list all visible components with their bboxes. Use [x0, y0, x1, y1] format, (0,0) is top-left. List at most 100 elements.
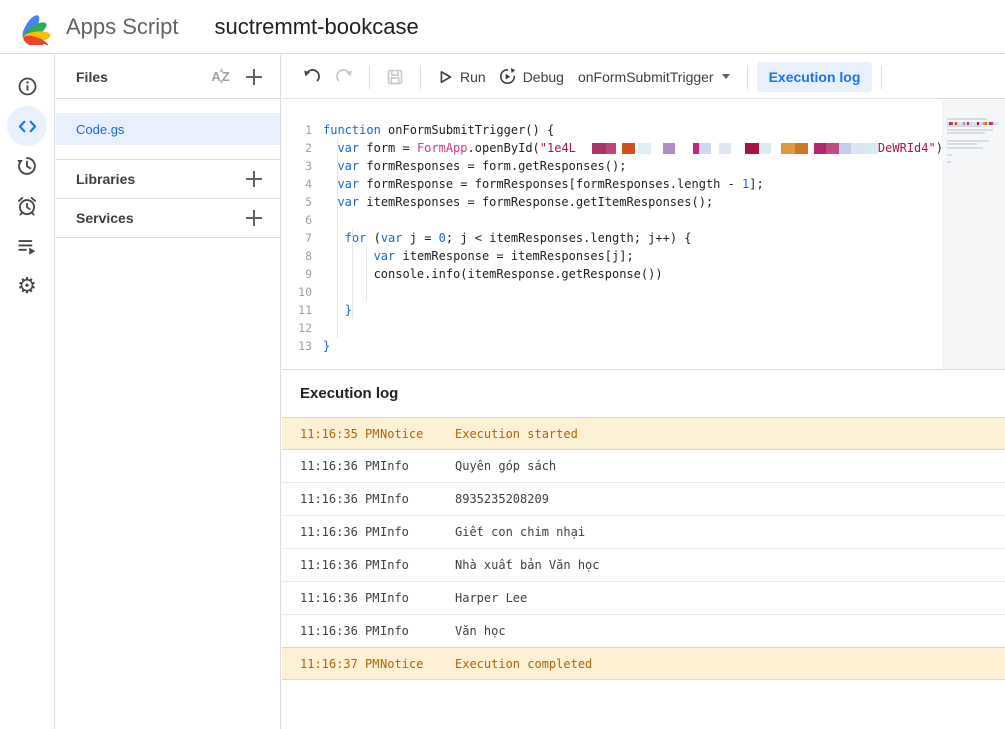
code-line[interactable]: 8 var itemResponse = itemResponses[j];: [282, 247, 1005, 265]
line-number: 5: [282, 193, 312, 211]
execution-log-title: Execution log: [282, 370, 1005, 418]
files-panel: Files ▲AZ▼ Code.gs Libraries Services: [56, 55, 281, 729]
log-message: Nhà xuất bản Văn học: [455, 558, 1005, 572]
log-timestamp: 11:16:36 PM: [282, 525, 380, 539]
add-file-button[interactable]: [242, 65, 266, 89]
chevron-down-icon: [722, 74, 730, 79]
apps-script-logo-icon: [16, 9, 58, 45]
line-content: var form = FormApp.openById("1e4LDeWRId4…: [312, 139, 950, 157]
files-panel-header: Files ▲AZ▼: [56, 55, 280, 99]
log-level: Info: [380, 624, 455, 638]
log-level: Info: [380, 492, 455, 506]
code-line[interactable]: 10: [282, 283, 1005, 301]
line-number: 2: [282, 139, 312, 157]
undo-button[interactable]: [296, 63, 328, 91]
log-level: Info: [380, 591, 455, 605]
log-row: 11:16:36 PMInfo8935235208209: [282, 483, 1005, 516]
log-level: Info: [380, 459, 455, 473]
run-play-icon: [436, 68, 454, 86]
file-item-code-gs[interactable]: Code.gs: [56, 113, 280, 145]
log-timestamp: 11:16:35 PM: [282, 427, 380, 441]
line-number: 9: [282, 265, 312, 283]
code-line[interactable]: 6: [282, 211, 1005, 229]
log-level: Info: [380, 558, 455, 572]
add-service-button[interactable]: [242, 206, 266, 230]
execution-log-button[interactable]: Execution log: [757, 62, 873, 92]
app-name[interactable]: Apps Script: [66, 14, 179, 40]
code-editor[interactable]: 1function onFormSubmitTrigger() {2 var f…: [282, 100, 1005, 369]
code-line[interactable]: 5 var itemResponses = formResponse.getIt…: [282, 193, 1005, 211]
log-level: Notice: [380, 427, 455, 441]
log-row: 11:16:36 PMInfoQuyên góp sách: [282, 450, 1005, 483]
rail-item-overview[interactable]: [7, 66, 47, 106]
line-content: var formResponses = form.getResponses();: [312, 157, 626, 175]
indent-guide: [366, 247, 367, 301]
editor-toolbar: Run Debug onFormSubmitTrigger Execution …: [282, 55, 1005, 99]
log-message: Văn học: [455, 624, 1005, 638]
section-libraries-label: Libraries: [76, 171, 135, 187]
indent-guide: [337, 139, 338, 338]
rail-item-editor[interactable]: [7, 106, 47, 146]
undo-icon: [302, 67, 322, 87]
line-number: 12: [282, 319, 312, 337]
debug-icon: [498, 67, 517, 86]
run-button[interactable]: Run: [430, 64, 492, 90]
left-nav-rail: ⚙: [0, 55, 55, 729]
code-line[interactable]: 12: [282, 319, 1005, 337]
rail-item-triggers[interactable]: [7, 186, 47, 226]
section-services: Services: [56, 198, 280, 237]
code-line[interactable]: 13}: [282, 337, 1005, 355]
log-message: 8935235208209: [455, 492, 1005, 506]
history-icon: [16, 155, 38, 177]
debug-button[interactable]: Debug: [492, 63, 570, 90]
line-number: 1: [282, 121, 312, 139]
log-level: Notice: [380, 657, 455, 671]
code-line[interactable]: 2 var form = FormApp.openById("1e4LDeWRI…: [282, 139, 1005, 157]
debug-label: Debug: [523, 69, 564, 85]
editor-minimap[interactable]: [942, 100, 1005, 369]
log-level: Info: [380, 525, 455, 539]
function-selector-dropdown[interactable]: onFormSubmitTrigger: [570, 65, 738, 89]
code-icon: [17, 116, 38, 137]
line-number: 4: [282, 175, 312, 193]
function-selector-value: onFormSubmitTrigger: [578, 69, 714, 85]
project-title[interactable]: suctremmt-bookcase: [215, 14, 419, 40]
section-services-label: Services: [76, 210, 134, 226]
code-line[interactable]: 1function onFormSubmitTrigger() {: [282, 121, 1005, 139]
line-content: console.info(itemResponse.getResponse()): [312, 265, 663, 283]
top-bar: Apps Script suctremmt-bookcase: [0, 0, 1005, 54]
log-row: 11:16:36 PMInfoVăn học: [282, 615, 1005, 648]
line-content: function onFormSubmitTrigger() {: [312, 121, 554, 139]
line-number: 6: [282, 211, 312, 229]
line-content: var formResponse = formResponses[formRes…: [312, 175, 764, 193]
log-row: 11:16:36 PMInfoHarper Lee: [282, 582, 1005, 615]
execution-log-rows: 11:16:35 PMNoticeExecution started11:16:…: [282, 417, 1005, 680]
log-timestamp: 11:16:36 PM: [282, 624, 380, 638]
line-content: var itemResponse = itemResponses[j];: [312, 247, 634, 265]
log-row: 11:16:36 PMInfoNhà xuất bản Văn học: [282, 549, 1005, 582]
line-content: [312, 319, 323, 337]
redo-button[interactable]: [328, 63, 360, 91]
log-message: Execution started: [455, 427, 1005, 441]
file-item-label: Code.gs: [76, 122, 124, 137]
code-line[interactable]: 7 for (var j = 0; j < itemResponses.leng…: [282, 229, 1005, 247]
log-row: 11:16:36 PMInfoGiết con chim nhại: [282, 516, 1005, 549]
log-row: 11:16:35 PMNoticeExecution started: [282, 417, 1005, 450]
code-line[interactable]: 3 var formResponses = form.getResponses(…: [282, 157, 1005, 175]
line-content: [312, 283, 323, 301]
rail-item-settings[interactable]: ⚙: [7, 266, 47, 306]
line-number: 10: [282, 283, 312, 301]
code-line[interactable]: 4 var formResponse = formResponses[formR…: [282, 175, 1005, 193]
log-message: Execution completed: [455, 657, 1005, 671]
line-number: 8: [282, 247, 312, 265]
log-row: 11:16:37 PMNoticeExecution completed: [282, 647, 1005, 680]
save-button[interactable]: [379, 63, 411, 91]
code-line[interactable]: 9 console.info(itemResponse.getResponse(…: [282, 265, 1005, 283]
code-line[interactable]: 11 }: [282, 301, 1005, 319]
add-library-button[interactable]: [242, 167, 266, 191]
rail-item-project-history[interactable]: [7, 146, 47, 186]
sort-az-icon[interactable]: ▲AZ▼: [208, 67, 234, 87]
section-libraries: Libraries: [56, 159, 280, 198]
info-icon: [17, 76, 38, 97]
rail-item-executions[interactable]: [7, 226, 47, 266]
